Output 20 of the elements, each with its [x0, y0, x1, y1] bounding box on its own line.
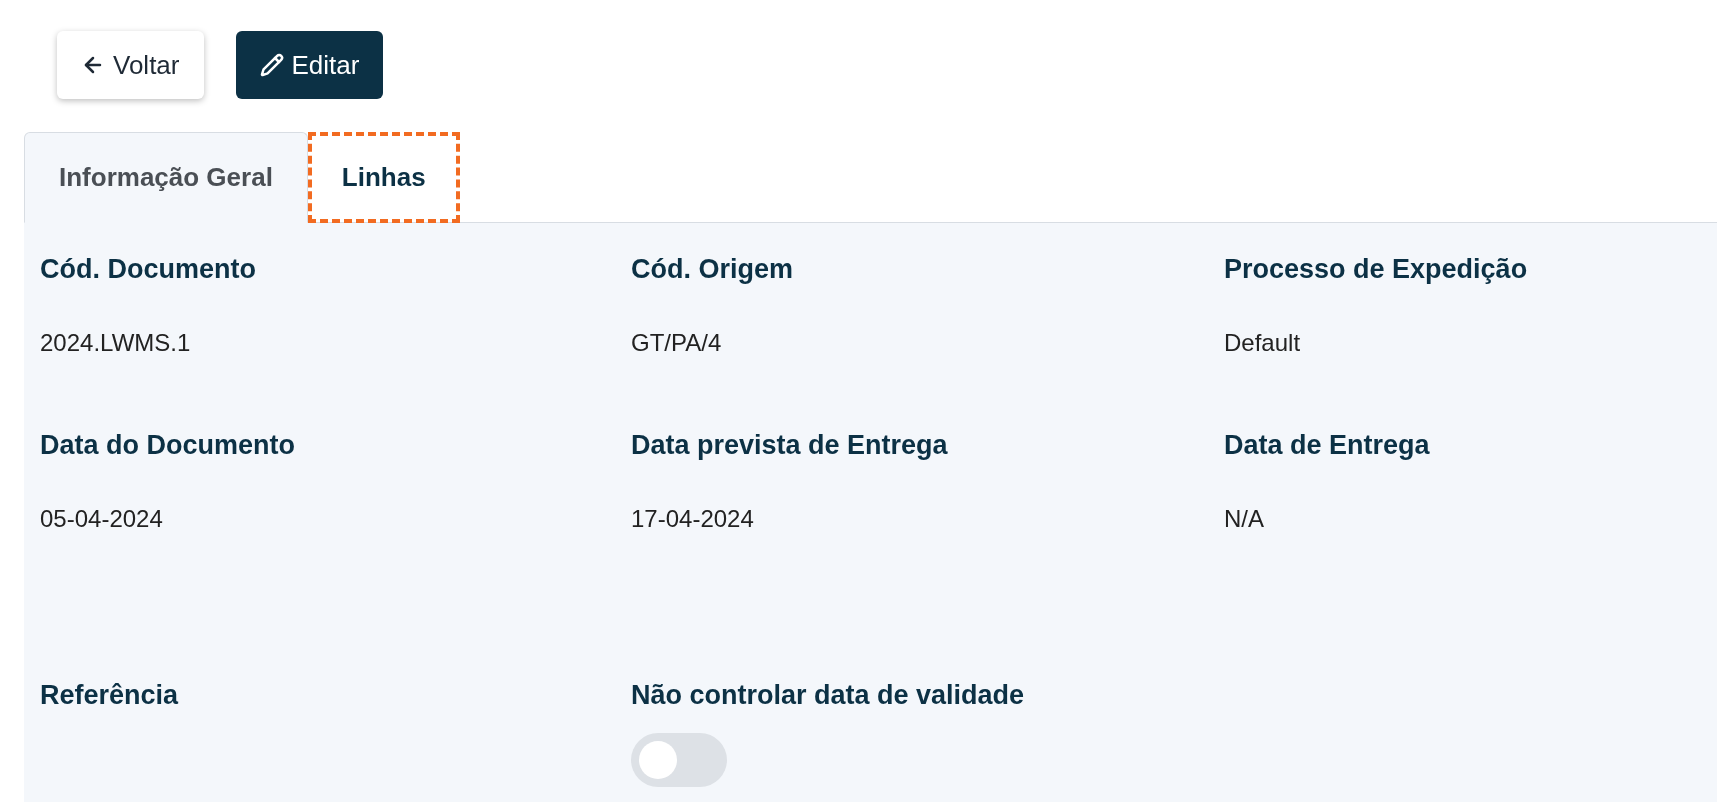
field-label: Cód. Documento	[40, 256, 257, 283]
field-value: 05-04-2024	[40, 507, 164, 531]
field-label: Data prevista de Entrega	[631, 432, 949, 459]
field-value: GT/PA/4	[631, 331, 723, 355]
field-label: Data de Entrega	[1224, 432, 1431, 459]
back-button[interactable]: Voltar	[57, 31, 204, 99]
field-label: Não controlar data de validade	[631, 682, 1026, 709]
field-label: Cód. Origem	[631, 256, 794, 283]
toggle-switch[interactable]	[631, 733, 727, 787]
field-value: 17-04-2024	[631, 507, 755, 531]
field-label: Processo de Expedição	[1224, 256, 1529, 283]
field-value: N/A	[1224, 507, 1265, 531]
field-label: Referência	[40, 682, 180, 709]
tab[interactable]: Linhas	[307, 132, 460, 223]
edit-button[interactable]: Editar	[235, 31, 384, 99]
field-value: 2024.LWMS.1	[40, 331, 192, 355]
field-label: Data do Documento	[40, 432, 296, 459]
pencil-icon	[259, 53, 284, 77]
tab[interactable]: Informação Geral	[24, 132, 308, 223]
field-value: Default	[1224, 331, 1302, 355]
